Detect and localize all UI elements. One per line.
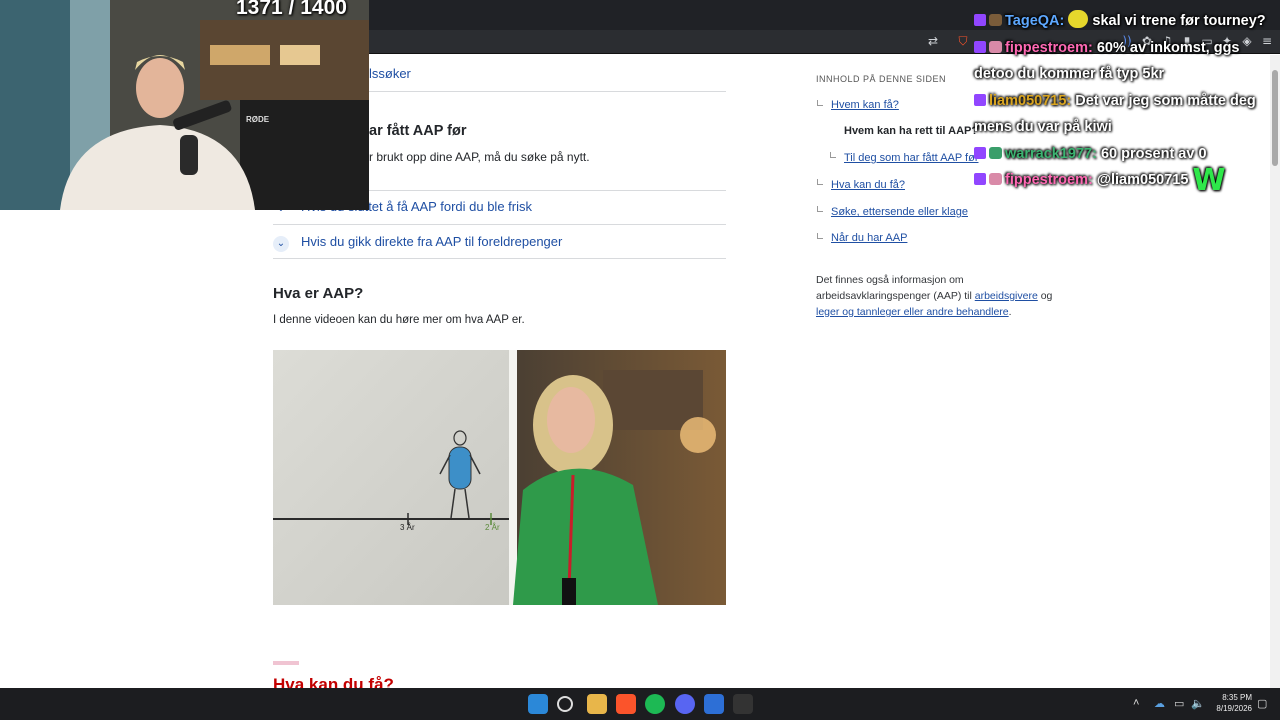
section-text: r brukt opp dine AAP, må du søke på nytt… [369,150,590,164]
twitch-icon [974,93,986,106]
search-icon[interactable] [557,696,573,712]
chat-message: fippestroem: 60% av inkomst, ggs detoo d… [974,35,1274,88]
translate-icon[interactable]: ⇄ [926,34,940,48]
chat-username: fippestroem: [1005,39,1093,56]
hva-er-aap-text: I denne videoen kan du høre mer om hva A… [273,314,525,326]
brave-shield-icon[interactable]: ⛉ [956,34,970,48]
toc-connector [817,233,823,239]
toc-connector [830,152,836,158]
hva-kan-du-fa-heading: Hva kan du få? [273,675,394,688]
subscriber-badge-icon [989,14,1002,26]
chat-username: liam050715: [989,92,1072,109]
toc-item-nar-du-har-aap[interactable]: Når du har AAP [831,232,907,244]
windows-start-icon[interactable] [528,694,548,714]
subscriber-badge-icon [989,146,1002,159]
section-heading: ar fått AAP før [369,123,467,139]
mic-brand-label: RØDE [246,115,270,124]
w-emote: W [1192,163,1226,198]
discord-icon[interactable] [675,694,695,714]
video-frame [273,350,726,605]
accordion-item-foreldrepenger[interactable]: ⌄ Hvis du gikk direkte fra AAP til foreld… [273,234,726,252]
subscriber-badge-icon [989,40,1002,53]
chat-text: skal vi trene før tourney? [1092,13,1266,29]
toc-item-hvem-kan-ha-rett[interactable]: Hvem kan ha rett til AAP? [844,125,978,137]
leger-link[interactable]: leger og tannleger eller andre behandler… [816,306,1009,318]
section-accent-bar [273,661,299,665]
stream-chat-overlay: TageQA: skal vi trene før tourney? fippe… [974,8,1274,196]
chat-message: TageQA: skal vi trene før tourney? [974,8,1274,35]
toc-item-soke[interactable]: Søke, ettersende eller klage [831,206,968,218]
info-prefix: Det finnes også informasjon om arbeidsav… [816,274,972,302]
toc-connector [817,206,823,212]
video-player[interactable]: 3 År 2 År [273,350,726,605]
ccleaner-icon[interactable] [704,694,724,714]
accordion-label: Hvis du gikk direkte fra AAP til foreldr… [301,234,563,249]
cloud-icon[interactable]: ☁ [1154,697,1165,710]
chat-message: warrack1977: 60 prosent av 0 [974,141,1274,168]
toc-item-til-deg[interactable]: Til deg som har fått AAP før [844,152,979,164]
clock-time: 8:35 PM [1222,693,1252,702]
chat-message: liam050715: Det var jeg som måtte deg me… [974,88,1274,141]
toc-connector [817,100,823,106]
video-tick-3ar: 3 År [400,523,415,532]
chat-username: TageQA: [1005,13,1065,29]
file-explorer-icon[interactable] [587,694,607,714]
video-tick-2ar: 2 År [485,523,500,532]
chat-username: fippestroem: [1005,172,1093,188]
toc-heading: INNHOLD PÅ DENNE SIDEN [816,74,947,84]
divider [273,224,726,225]
twitch-icon [974,40,986,53]
chevron-down-icon: ⌄ [273,236,289,252]
twitch-icon [974,14,986,26]
info-text: Det finnes også informasjon om arbeidsav… [816,272,1056,320]
network-icon[interactable]: ▭ [1174,697,1184,710]
clock-date: 8/19/2026 [1216,704,1252,713]
chat-message: fippestroem: @liam050715 W [974,166,1274,196]
chat-text: 60 prosent av 0 [1100,145,1207,162]
info-mid: og [1040,290,1053,302]
webcam-feed [0,0,369,210]
brave-icon[interactable] [616,694,636,714]
notification-icon[interactable]: ▢ [1257,697,1267,710]
toc-item-hva-kan-du-fa[interactable]: Hva kan du få? [831,179,905,191]
arbeidsgivere-link[interactable]: arbeidsgivere [975,290,1038,302]
chat-text: @liam050715 [1096,172,1189,188]
tray-chevron-icon[interactable]: ˄ [1133,697,1139,709]
twitch-icon [974,146,986,159]
divider [273,258,726,259]
info-suffix: . [1008,306,1012,318]
twitch-icon [974,173,986,185]
accordion-item-partial[interactable]: lssøker [369,66,822,82]
toc-connector [817,179,823,185]
spotify-icon[interactable] [645,694,665,714]
emote-icon [1068,10,1089,28]
toc-item-hvem-kan-fa[interactable]: Hvem kan få? [831,99,899,111]
webcam-overlay: 1371 / 1400 RØDE [0,0,369,210]
windows-taskbar [0,688,1280,720]
chat-username: warrack1977: [1005,145,1097,162]
volume-icon[interactable]: 🔈 [1191,697,1205,710]
subscriber-badge-icon [989,173,1002,185]
sub-goal-counter: 1371 / 1400 [236,0,347,19]
epic-games-icon[interactable] [733,694,753,714]
system-clock[interactable]: 8:35 PM 8/19/2026 [1208,692,1252,714]
hva-er-aap-heading: Hva er AAP? [273,285,364,302]
